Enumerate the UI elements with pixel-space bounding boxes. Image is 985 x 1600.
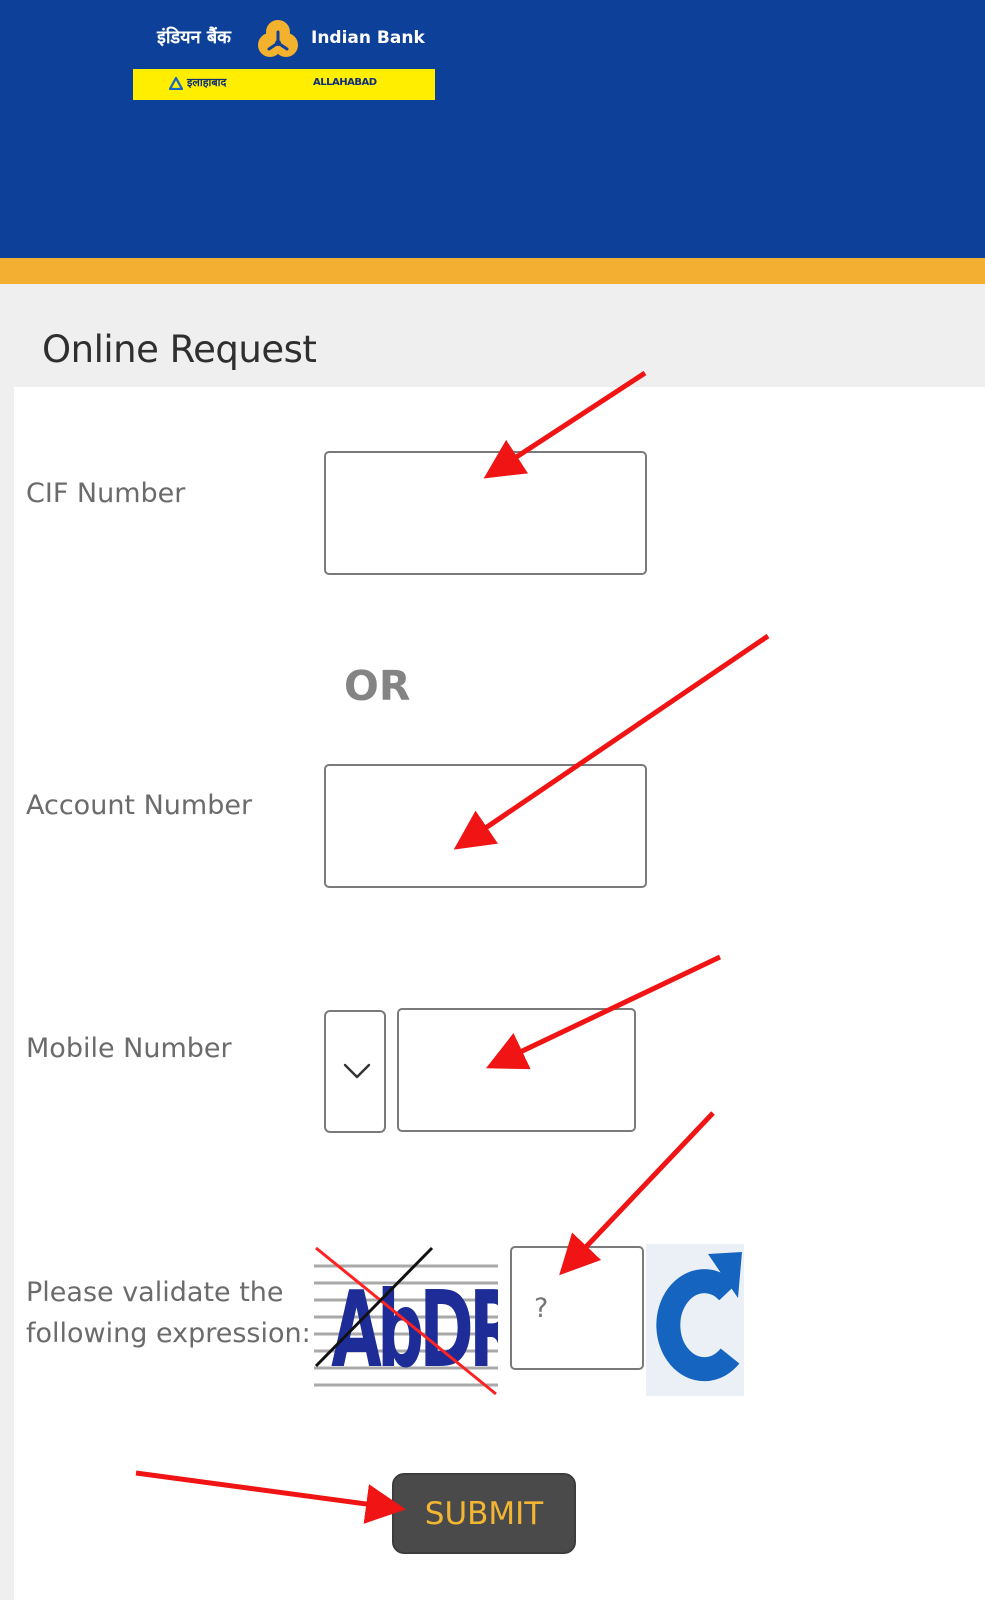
cif-number-input[interactable] xyxy=(324,451,647,575)
page-title: Online Request xyxy=(42,328,317,371)
or-separator: OR xyxy=(344,662,411,710)
bank-logo: इंडियन बैंक Indian Bank इलाहाबाद ALLAHAB… xyxy=(133,16,435,100)
mobile-number-input[interactable] xyxy=(397,1008,636,1132)
cif-number-label: CIF Number xyxy=(26,478,186,509)
captcha-image: AbDRSh xyxy=(314,1246,498,1396)
captcha-label-line1: Please validate the xyxy=(26,1277,284,1308)
indian-bank-logo-icon xyxy=(258,20,298,57)
triangle-icon xyxy=(169,77,183,90)
logo-band-hindi: इलाहाबाद xyxy=(187,76,227,89)
logo-band-english: ALLAHABAD xyxy=(313,77,377,88)
logo-english-name: Indian Bank xyxy=(311,28,425,48)
chevron-down-icon xyxy=(343,1063,371,1079)
mobile-number-label: Mobile Number xyxy=(26,1033,232,1064)
submit-button[interactable]: SUBMIT xyxy=(392,1473,576,1554)
captcha-answer-input[interactable] xyxy=(510,1246,644,1370)
accent-strip xyxy=(0,258,985,284)
account-number-label: Account Number xyxy=(26,790,253,821)
refresh-icon[interactable] xyxy=(646,1244,744,1396)
captcha-label-line2: following expression: xyxy=(26,1318,311,1349)
header-banner: इंडियन बैंक Indian Bank इलाहाबाद ALLAHAB… xyxy=(0,0,985,258)
account-number-input[interactable] xyxy=(324,764,647,888)
logo-band: इलाहाबाद ALLAHABAD xyxy=(133,69,435,100)
logo-hindi-name: इंडियन बैंक xyxy=(157,27,231,48)
captcha-text: AbDRSh xyxy=(331,1269,498,1391)
country-code-select[interactable] xyxy=(324,1010,386,1133)
